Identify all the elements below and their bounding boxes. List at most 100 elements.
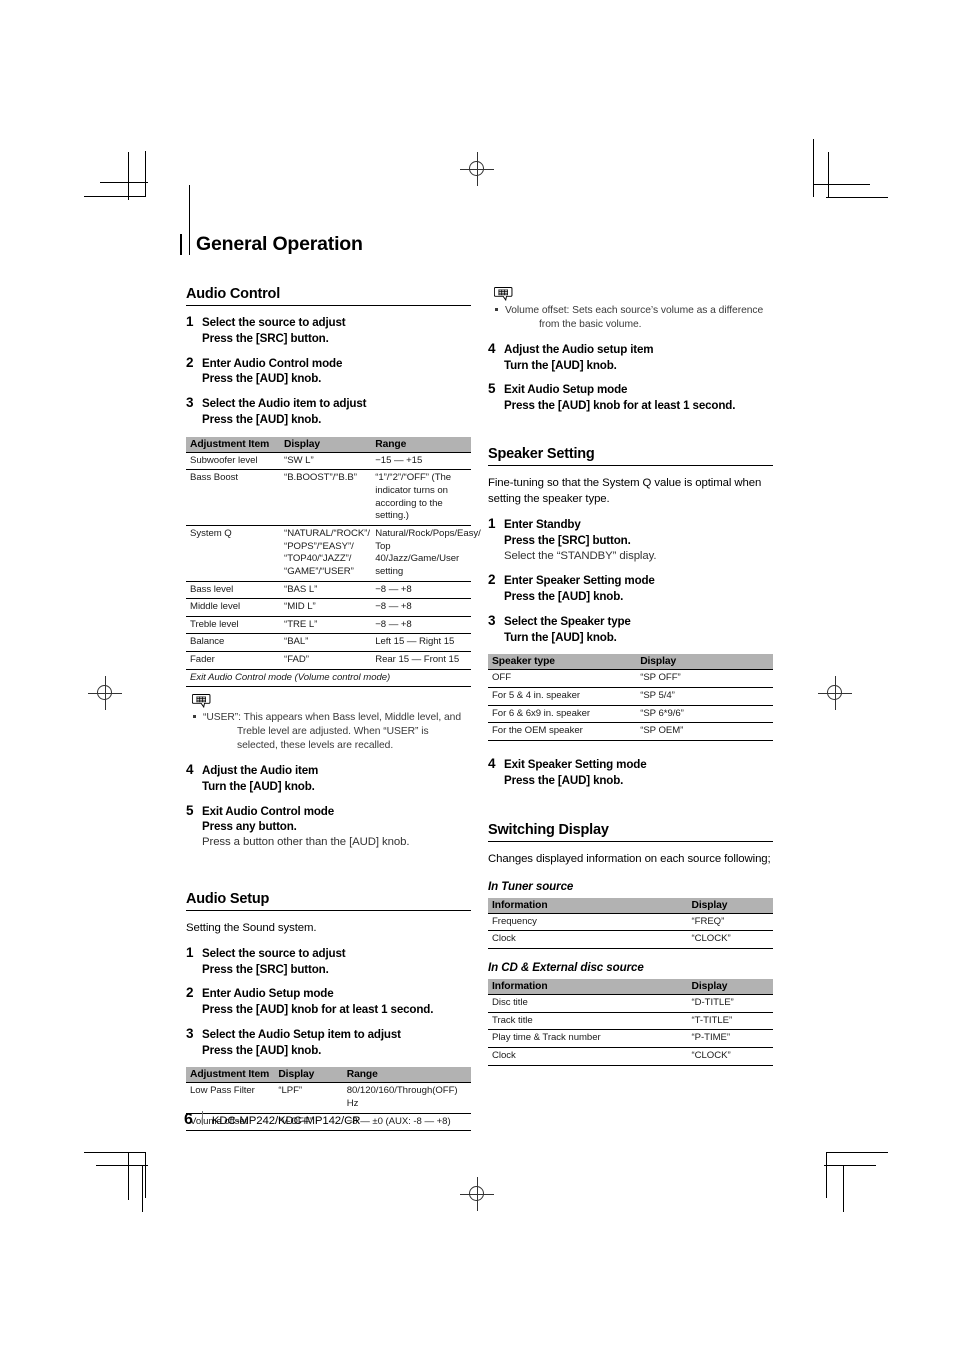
cell-display: “SP 5/4” bbox=[636, 687, 773, 706]
column-header: Range bbox=[371, 436, 471, 453]
step-item: 1 Select the source to adjust Press the … bbox=[186, 945, 471, 978]
step-subtext: Press the [AUD] knob for at least 1 seco… bbox=[202, 1003, 434, 1017]
step-subtext: Press the [SRC] button. bbox=[202, 331, 329, 345]
table-row: Treble level “TRE L” −8 — +8 bbox=[186, 616, 471, 635]
cell-speaker-type: For 6 & 6x9 in. speaker bbox=[488, 705, 637, 724]
registration-mark-bottom bbox=[460, 1177, 494, 1211]
cell-speaker-type: OFF bbox=[488, 669, 637, 688]
section-heading-switching-display: Switching Display bbox=[488, 822, 773, 843]
step-number: 3 bbox=[186, 1025, 194, 1041]
cell-display: “SP 6*9/6” bbox=[636, 705, 773, 724]
registration-mark-right bbox=[818, 676, 852, 710]
step-headline: Exit Audio Setup mode bbox=[504, 383, 628, 397]
step-subtext: Turn the [AUD] knob. bbox=[202, 779, 315, 793]
step-subtext: Press the [SRC] button. bbox=[504, 533, 631, 547]
step-number: 3 bbox=[186, 395, 194, 411]
page-number: 6 bbox=[184, 1111, 193, 1128]
table-header-row: Speaker type Display bbox=[488, 654, 773, 671]
cell-exit-note: Exit Audio Control mode (Volume control … bbox=[186, 669, 471, 688]
subheading-cd-external-disc-source: In CD & External disc source bbox=[488, 960, 644, 974]
cell-display: “BAL” bbox=[280, 633, 372, 653]
step-item: 2 Enter Audio Setup mode Press the [AUD]… bbox=[186, 985, 471, 1018]
registration-mark-left bbox=[88, 676, 122, 710]
step-number: 4 bbox=[488, 340, 496, 356]
cell-display: “BAS L” bbox=[280, 581, 372, 600]
cell-speaker-type: For the OEM speaker bbox=[488, 722, 637, 741]
column-header: Speaker type bbox=[488, 654, 637, 671]
note-row: “USER”: This appears when Bass level, Mi… bbox=[192, 711, 471, 753]
cell-range: −8 — +8 bbox=[371, 616, 471, 635]
step-item: 2 Enter Audio Control mode Press the [AU… bbox=[186, 354, 471, 388]
table-row: Bass Boost “B.BOOST”/“B.B” “1”/“2”/“OFF”… bbox=[186, 469, 471, 526]
cell-display: “NATURAL/“ROCK”/ “POPS”/“EASY”/ “TOP40/“… bbox=[280, 525, 372, 582]
crop-mark-top-right-outer-v bbox=[813, 139, 814, 197]
table-row-exit: Exit Audio Control mode (Volume control … bbox=[186, 669, 471, 688]
step-subtext: Turn the [AUD] knob. bbox=[504, 358, 617, 372]
note-text-indent: Treble level are adjusted. When “USER” i… bbox=[237, 726, 429, 752]
footer-divider bbox=[201, 1111, 203, 1125]
cell-range: −8 — +8 bbox=[371, 581, 471, 600]
step-headline: Enter Standby bbox=[504, 518, 581, 532]
cell-range: −15 — +15 bbox=[371, 452, 471, 471]
table-row: Frequency “FREQ” bbox=[488, 913, 773, 932]
step-subtext: Press the [AUD] knob. bbox=[202, 372, 322, 386]
speaker-type-table: Speaker type Display OFF “SP OFF” For 5 … bbox=[488, 654, 773, 741]
bullet-icon bbox=[193, 715, 196, 719]
page-title: General Operation bbox=[196, 233, 363, 255]
model-name: KDC-MP242/KDC-MP142/CR bbox=[211, 1115, 361, 1127]
cell-range: Left 15 — Right 15 bbox=[371, 633, 471, 653]
cell-display: “B.BOOST”/“B.B” bbox=[280, 469, 372, 526]
table-row: Disc title “D-TITLE” bbox=[488, 994, 773, 1013]
cell-information: Clock bbox=[488, 1047, 688, 1066]
step-number: 3 bbox=[488, 612, 496, 628]
crop-mark-bottom-left-outer-v bbox=[145, 1152, 146, 1198]
column-header: Display bbox=[687, 978, 773, 995]
table-header-row: Information Display bbox=[488, 978, 773, 995]
step-headline: Adjust the Audio setup item bbox=[504, 342, 654, 356]
cell-item: Bass Boost bbox=[186, 469, 281, 526]
table-row: For 5 & 4 in. speaker “SP 5/4” bbox=[488, 687, 773, 706]
column-header: Adjustment Item bbox=[186, 1067, 275, 1084]
step-headline: Select the Audio Setup item to adjust bbox=[202, 1027, 401, 1041]
column-header: Information bbox=[488, 897, 688, 914]
cell-range: −8 — ±0 (AUX: -8 — +8) bbox=[342, 1113, 471, 1132]
cell-information: Play time & Track number bbox=[488, 1029, 688, 1048]
registration-mark-top bbox=[460, 152, 494, 186]
crop-mark-bottom-right-outer-h bbox=[826, 1152, 888, 1153]
table-row: Subwoofer level “SW L” −15 — +15 bbox=[186, 452, 471, 471]
crop-mark-top-right-inner-v bbox=[828, 152, 829, 198]
crop-mark-bottom-right-outer-v bbox=[826, 1152, 827, 1198]
step-item: 5 Exit Audio Setup mode Press the [AUD] … bbox=[488, 381, 773, 414]
cell-display: “FAD” bbox=[280, 651, 372, 670]
step-headline: Select the source to adjust bbox=[202, 316, 346, 329]
table-header-row: Adjustment Item Display Range bbox=[186, 436, 471, 453]
table-row: Play time & Track number “P-TIME” bbox=[488, 1029, 773, 1048]
crop-mark-bottom-left-outer-h bbox=[84, 1152, 146, 1153]
cell-display: “P-TIME” bbox=[687, 1029, 773, 1048]
cell-item: Middle level bbox=[186, 598, 281, 617]
step-headline: Exit Audio Control mode bbox=[202, 804, 335, 818]
cell-range: Natural/Rock/Pops/Easy/ Top 40/Jazz/Game… bbox=[371, 525, 481, 582]
column-header: Information bbox=[488, 978, 688, 995]
note-text: “USER”: This appears when Bass level, Mi… bbox=[203, 712, 462, 724]
step-headline: Adjust the Audio item bbox=[202, 764, 319, 778]
step-number: 2 bbox=[488, 572, 496, 588]
cd-external-disc-table: Information Display Disc title “D-TITLE”… bbox=[488, 978, 773, 1066]
step-number: 2 bbox=[186, 354, 194, 370]
cell-range: −8 — +8 bbox=[371, 598, 471, 617]
cell-display: “SP OFF” bbox=[636, 669, 773, 688]
crop-mark-top-right-inner-h bbox=[813, 184, 870, 185]
step-headline: Select the Audio item to adjust bbox=[202, 397, 367, 411]
cell-range: “1”/“2”/“OFF” (The indicator turns on ac… bbox=[371, 469, 471, 526]
step-item: 3 Select the Speaker type Turn the [AUD]… bbox=[488, 612, 773, 646]
step-number: 4 bbox=[488, 755, 496, 771]
note-text-indent: from the basic volume. bbox=[539, 318, 642, 330]
cell-display: “TRE L” bbox=[280, 616, 372, 635]
note-block-user: “USER”: This appears when Bass level, Mi… bbox=[192, 693, 471, 753]
cell-display: “SW L” bbox=[280, 452, 372, 471]
step-item: 4 Adjust the Audio item Turn the [AUD] k… bbox=[186, 762, 471, 795]
right-column: Volume offset: Sets each source’s volume… bbox=[488, 286, 773, 1070]
note-bubble-icon bbox=[494, 287, 513, 302]
crop-mark-top-right-outer-h bbox=[826, 197, 888, 198]
table-row: Middle level “MID L” −8 — +8 bbox=[186, 598, 471, 617]
